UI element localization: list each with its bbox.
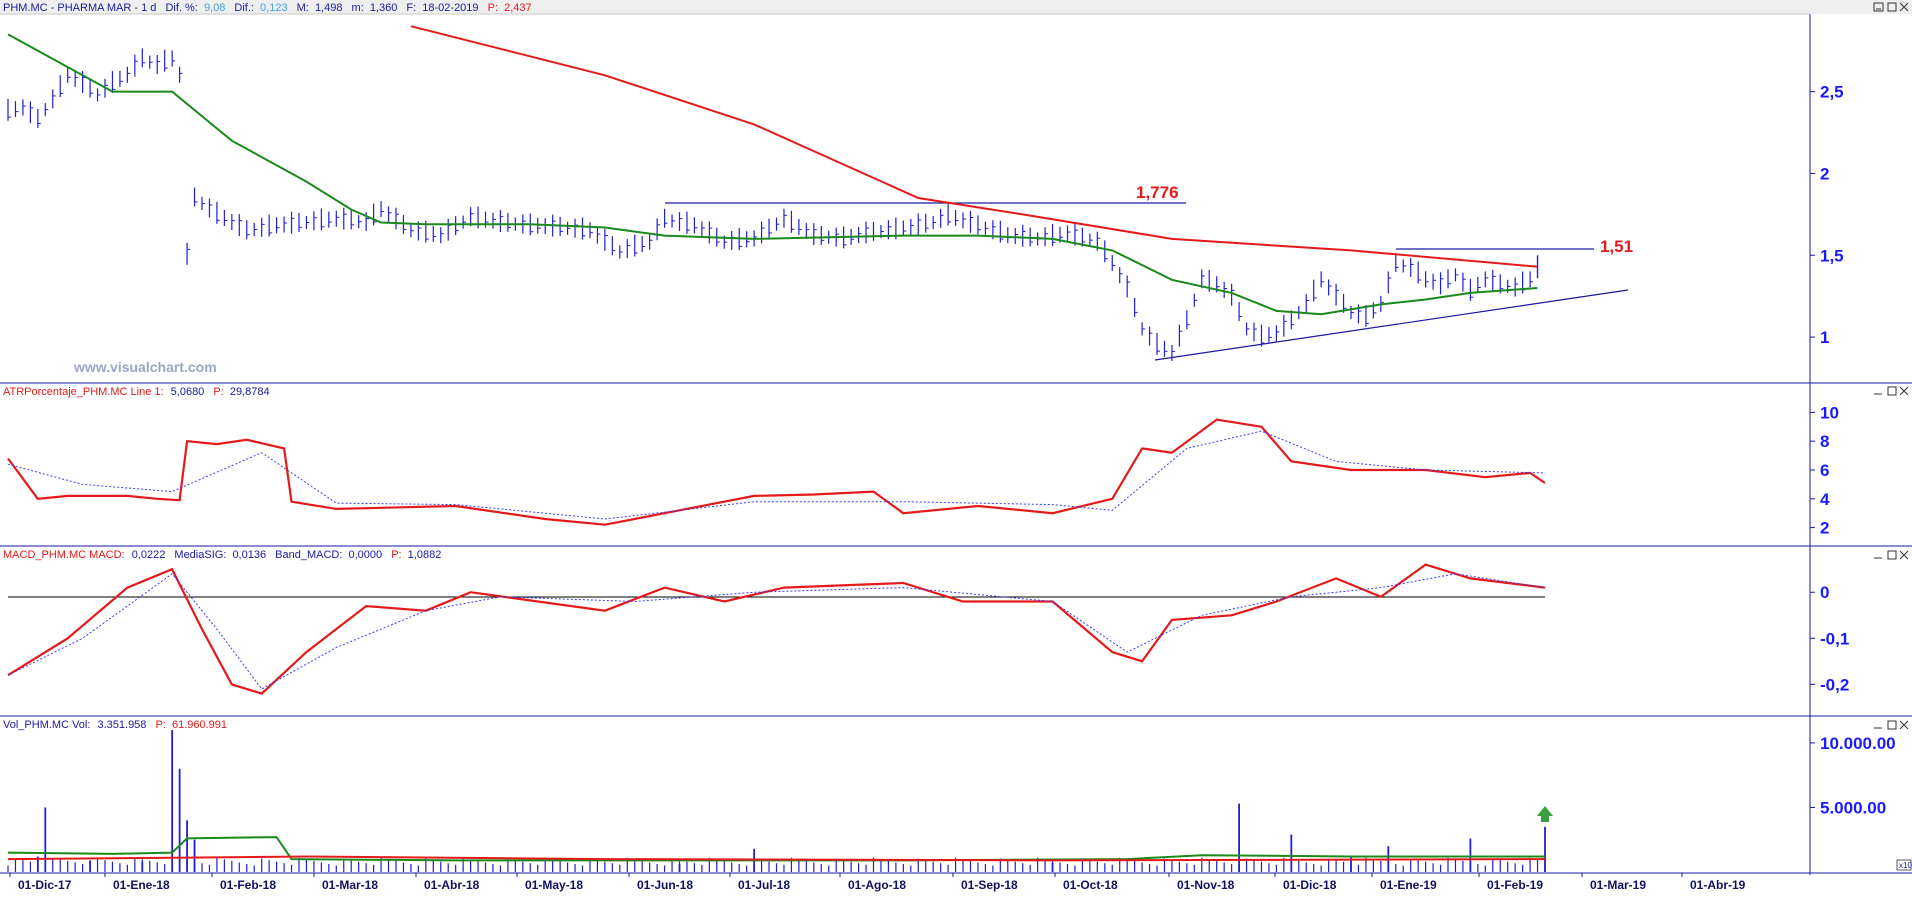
annotation-1776: 1,776 xyxy=(1136,183,1179,202)
vol-header: Vol_PHM.MC Vol: 3.351.958 P: 61.960.991 xyxy=(3,719,227,731)
macd-y-tick-label: -0,1 xyxy=(1820,629,1849,648)
annotation-151: 1,51 xyxy=(1600,237,1633,256)
vol-y-tick-label: 5.000.00 xyxy=(1820,798,1886,817)
atr-y-tick-label: 8 xyxy=(1820,432,1829,451)
x-tick-label: 01-Sep-18 xyxy=(961,878,1018,892)
price-y-tick-label: 2 xyxy=(1820,164,1829,183)
x-tick-label: 01-Feb-19 xyxy=(1487,878,1543,892)
x-tick-label: 01-Ago-18 xyxy=(848,878,906,892)
macd-y-tick-label: -0,2 xyxy=(1820,675,1849,694)
x-tick-label: 01-Abr-19 xyxy=(1690,878,1746,892)
x-tick-label: 01-Jul-18 xyxy=(738,878,790,892)
macd-y-tick-label: 0 xyxy=(1820,583,1829,602)
vol-y-tick-label: 10.000.00 xyxy=(1820,734,1896,753)
price-header: PHM.MC - PHARMA MAR - 1 d Dif. %: 9,08 D… xyxy=(3,2,532,14)
atr-header: ATRPorcentaje_PHM.MC Line 1: 5,0680 P: 2… xyxy=(3,386,270,398)
x-tick-label: 01-Feb-18 xyxy=(220,878,276,892)
x-tick-label: 01-Oct-18 xyxy=(1063,878,1118,892)
price-y-tick-label: 2,5 xyxy=(1820,83,1844,102)
price-y-tick-label: 1 xyxy=(1820,328,1829,347)
x-tick-label: 01-Abr-18 xyxy=(424,878,480,892)
x-tick-label: 01-Mar-18 xyxy=(322,878,378,892)
x-tick-label: 01-May-18 xyxy=(525,878,583,892)
chart-canvas: PHM.MC - PHARMA MAR - 1 d Dif. %: 9,08 D… xyxy=(0,0,1912,892)
x-tick-label: 01-Dic-18 xyxy=(1283,878,1337,892)
macd-header: MACD_PHM.MC MACD: 0,0222 MediaSIG: 0,013… xyxy=(3,549,441,561)
symbol-label: PHM.MC - PHARMA MAR - 1 d xyxy=(3,2,156,14)
x-tick-label: 01-Dic-17 xyxy=(18,878,72,892)
chart-window: PHM.MC - PHARMA MAR - 1 d Dif. %: 9,08 D… xyxy=(0,0,1912,892)
x-tick-label: 01-Ene-19 xyxy=(1380,878,1437,892)
price-y-tick-label: 1,5 xyxy=(1820,246,1844,265)
atr-y-tick-label: 10 xyxy=(1820,403,1839,422)
watermark: www.visualchart.com xyxy=(73,359,217,375)
x-tick-label: 01-Nov-18 xyxy=(1177,878,1235,892)
x-tick-label: 01-Ene-18 xyxy=(113,878,170,892)
atr-y-tick-label: 2 xyxy=(1820,519,1829,538)
atr-y-tick-label: 4 xyxy=(1820,490,1830,509)
x-tick-label: 01-Jun-18 xyxy=(637,878,693,892)
scale-badge: x10 xyxy=(1899,861,1912,870)
x-tick-label: 01-Mar-19 xyxy=(1590,878,1646,892)
atr-y-tick-label: 6 xyxy=(1820,461,1829,480)
